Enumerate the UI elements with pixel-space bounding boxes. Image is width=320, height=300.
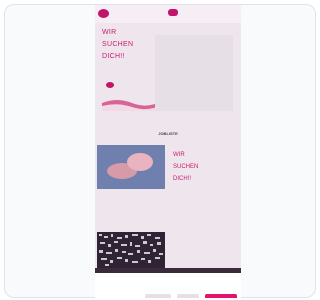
hero-title-line: WIR [102, 29, 117, 36]
jobs-promo: WIR SUCHEN DICH!! [171, 145, 237, 195]
jobs-promo-line: WIR [173, 152, 185, 158]
jobs-image [97, 145, 165, 189]
header-cta-button[interactable] [168, 9, 178, 16]
cookie-banner [95, 273, 241, 298]
cookie-accept-button[interactable] [205, 294, 237, 298]
cookie-necessary-button[interactable] [145, 294, 171, 298]
hero-section: WIR SUCHEN DICH!! [102, 27, 162, 113]
hero-title: WIR SUCHEN DICH!! [102, 27, 160, 63]
cookie-settings-button[interactable] [177, 294, 199, 298]
jobs-promo-line: SUCHEN [173, 164, 199, 170]
jobs-promo-title: WIR SUCHEN DICH!! [173, 149, 198, 185]
hero-wave-decoration [102, 100, 162, 111]
site-header [95, 5, 241, 23]
qr-pattern-image [97, 232, 165, 268]
jobs-section-title: JOBLISTE [158, 131, 178, 136]
jobs-promo-line: DICH!! [173, 176, 191, 182]
hero-title-line: DICH!! [102, 53, 125, 60]
hero-badge-icon [106, 82, 114, 88]
hero-info-box [155, 35, 233, 111]
brand-logo[interactable] [98, 9, 109, 18]
hero-title-line: SUCHEN [102, 41, 134, 48]
web-page: WIR SUCHEN DICH!! JOBLISTE WIR SUCHEN DI… [95, 5, 241, 298]
hands-shape [127, 153, 153, 171]
